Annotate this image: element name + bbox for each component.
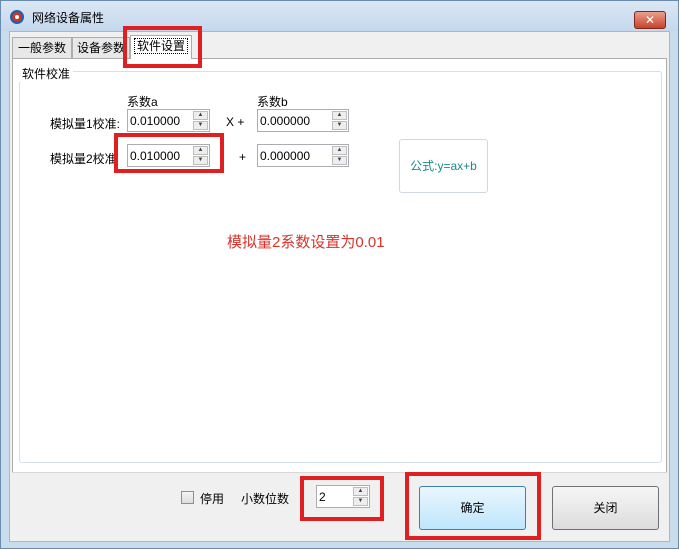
formula-display: 公式:y=ax+b	[399, 139, 488, 193]
spin-down-arrow-icon[interactable]: ▼	[353, 497, 368, 506]
decimal-places-label: 小数位数	[241, 492, 290, 506]
tab-device-params-label: 设备参数	[76, 41, 125, 55]
analog2-coef-b-spin-buttons[interactable]: ▲ ▼	[332, 146, 347, 165]
coefficient-b-header: 系数b	[257, 95, 288, 109]
tab-software-settings-label: 软件设置	[133, 38, 188, 54]
spin-up-arrow-icon[interactable]: ▲	[193, 146, 208, 155]
spin-up-arrow-icon[interactable]: ▲	[332, 111, 347, 120]
analog2-coef-a-spinbox[interactable]: ▲ ▼	[127, 144, 210, 167]
dialog-window: 网络设备属性 ✕ 一般参数 设备参数 软件设置 软件校准 系数a 系数b 模拟量…	[0, 0, 679, 549]
spin-down-arrow-icon[interactable]: ▼	[193, 121, 208, 130]
disable-label: 停用	[200, 492, 225, 506]
software-settings-panel: 软件校准 系数a 系数b 模拟量1校准: ▲ ▼ X + ▲ ▼	[12, 58, 667, 490]
spin-up-arrow-icon[interactable]: ▲	[193, 111, 208, 120]
analog1-coef-a-input[interactable]	[130, 112, 192, 129]
analog1-coef-b-input[interactable]	[260, 112, 330, 129]
tab-general-params-label: 一般参数	[17, 41, 66, 55]
analog1-coef-a-spin-buttons[interactable]: ▲ ▼	[193, 111, 208, 130]
analog1-coef-b-spinbox[interactable]: ▲ ▼	[257, 109, 349, 132]
spin-up-arrow-icon[interactable]: ▲	[353, 487, 368, 496]
spin-up-arrow-icon[interactable]: ▲	[332, 146, 347, 155]
window-close-button[interactable]: ✕	[634, 11, 666, 29]
dialog-client-area: 一般参数 设备参数 软件设置 软件校准 系数a 系数b 模拟量1校准: ▲ ▼ …	[9, 31, 670, 542]
analog2-calibration-label: 模拟量2校准	[50, 152, 117, 166]
ok-button[interactable]: 确定	[419, 486, 526, 530]
analog1-calibration-label: 模拟量1校准:	[50, 117, 121, 131]
analog1-coef-a-spinbox[interactable]: ▲ ▼	[127, 109, 210, 132]
analog2-coef-a-spin-buttons[interactable]: ▲ ▼	[193, 146, 208, 165]
analog2-coef-b-input[interactable]	[260, 147, 330, 164]
window-title: 网络设备属性	[32, 11, 105, 25]
tab-device-params[interactable]: 设备参数	[72, 37, 130, 59]
analog2-coef-a-input[interactable]	[130, 147, 192, 164]
close-button[interactable]: 关闭	[552, 486, 659, 530]
analog2-coef-b-spinbox[interactable]: ▲ ▼	[257, 144, 349, 167]
analog2-operator-label: +	[239, 150, 247, 164]
tab-software-settings[interactable]: 软件设置	[130, 35, 192, 59]
coefficient-a-header: 系数a	[127, 95, 158, 109]
app-logo-icon	[10, 10, 24, 24]
disable-checkbox[interactable]	[181, 491, 194, 504]
dialog-button-bar: 停用 小数位数 ▲ ▼ 确定 关闭	[12, 472, 667, 540]
decimal-places-spinbox[interactable]: ▲ ▼	[316, 485, 370, 508]
tab-general-params[interactable]: 一般参数	[12, 37, 72, 59]
title-bar[interactable]: 网络设备属性 ✕	[1, 1, 678, 31]
spin-down-arrow-icon[interactable]: ▼	[332, 156, 347, 165]
spin-down-arrow-icon[interactable]: ▼	[332, 121, 347, 130]
annotation-note: 模拟量2系数设置为0.01	[227, 234, 385, 251]
spin-down-arrow-icon[interactable]: ▼	[193, 156, 208, 165]
decimal-places-spin-buttons[interactable]: ▲ ▼	[353, 487, 368, 506]
decimal-places-input[interactable]	[319, 488, 351, 505]
analog1-coef-b-spin-buttons[interactable]: ▲ ▼	[332, 111, 347, 130]
software-calibration-title: 软件校准	[19, 65, 74, 82]
analog1-operator-label: X +	[226, 115, 245, 129]
